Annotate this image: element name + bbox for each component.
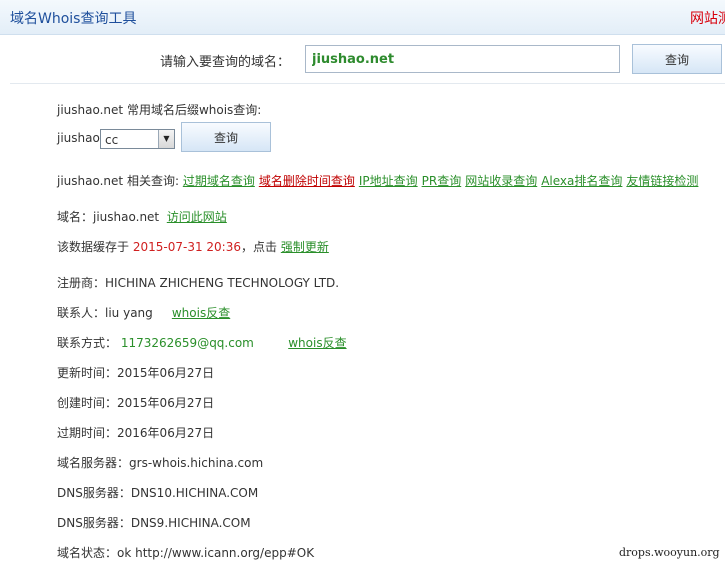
dns1-value: DNS10.HICHINA.COM (130, 486, 259, 500)
status-row: 域名状态：ok http://www.icann.org/epp#OK (57, 544, 314, 561)
dns1-row: DNS服务器：DNS10.HICHINA.COM (57, 484, 258, 501)
related-label: jiushao.net 相关查询: (57, 174, 179, 188)
updated-value: 2015年06月27日 (117, 366, 215, 380)
search-row: 请输入要查询的域名： 查询 (0, 44, 725, 74)
domain-value: jiushao.net (93, 210, 160, 224)
related-link-alexa[interactable]: Alexa排名查询 (541, 174, 622, 188)
dns2-row: DNS服务器：DNS9.HICHINA.COM (57, 514, 251, 531)
dns2-label: DNS服务器： (57, 516, 131, 530)
header-bar: 域名Whois查询工具 网站测 (0, 0, 725, 35)
contact-method-row: 联系方式： 1173262659@qq.com whois反查 (57, 334, 347, 351)
related-link-friend-links[interactable]: 友情链接检测 (626, 174, 698, 188)
suffix-heading: jiushao.net 常用域名后缀whois查询: (57, 103, 262, 117)
header-right-link[interactable]: 网站测 (690, 8, 725, 28)
contact-email: 1173262659@qq.com (120, 336, 254, 350)
divider (10, 83, 725, 84)
contact-row: 联系人：liu yang whois反查 (57, 304, 230, 321)
watermark: drops.wooyun.org (619, 546, 720, 559)
registrar-label: 注册商： (57, 276, 106, 290)
app-title: 域名Whois查询工具 (10, 11, 137, 27)
email-whois-link[interactable]: whois反查 (288, 336, 346, 350)
created-value: 2015年06月27日 (117, 396, 215, 410)
suffix-query-button[interactable]: 查询 (181, 122, 271, 152)
related-link-index[interactable]: 网站收录查询 (465, 174, 537, 188)
contact-value: liu yang (105, 306, 153, 320)
updated-row: 更新时间：2015年06月27日 (57, 364, 214, 381)
search-label: 请输入要查询的域名： (160, 55, 291, 70)
suffix-select[interactable]: cc ▼ (100, 129, 175, 149)
cache-date: 2015-07-31 20:36 (132, 240, 241, 254)
registrar-row: 注册商：HICHINA ZHICHENG TECHNOLOGY LTD. (57, 274, 339, 291)
whois-server-label: 域名服务器： (57, 456, 130, 470)
chevron-down-icon[interactable]: ▼ (158, 130, 174, 148)
status-label: 域名状态： (57, 546, 118, 560)
cache-click-text: ，点击 (240, 240, 277, 254)
dns1-label: DNS服务器： (57, 486, 131, 500)
related-link-pr[interactable]: PR查询 (422, 174, 462, 188)
contact-whois-link[interactable]: whois反查 (172, 306, 230, 320)
visit-site-link[interactable]: 访问此网站 (167, 210, 227, 224)
suffix-prefix: jiushao. (57, 131, 104, 145)
force-refresh-link[interactable]: 强制更新 (281, 240, 329, 254)
cache-row: 该数据缓存于 2015-07-31 20:36，点击 强制更新 (57, 238, 329, 255)
dns2-value: DNS9.HICHINA.COM (130, 516, 251, 530)
query-button[interactable]: 查询 (632, 44, 722, 74)
expires-value: 2016年06月27日 (117, 426, 215, 440)
whois-server-value: grs-whois.hichina.com (129, 456, 264, 470)
related-link-expired-domain[interactable]: 过期域名查询 (183, 174, 255, 188)
domain-input[interactable] (305, 45, 620, 73)
related-link-ip[interactable]: IP地址查询 (359, 174, 418, 188)
related-queries: jiushao.net 相关查询: 过期域名查询 域名删除时间查询 IP地址查询 PR… (57, 172, 698, 189)
expires-label: 过期时间： (57, 426, 118, 440)
created-row: 创建时间：2015年06月27日 (57, 394, 214, 411)
updated-label: 更新时间： (57, 366, 118, 380)
related-link-delete-time[interactable]: 域名删除时间查询 (259, 174, 355, 188)
domain-row: 域名：jiushao.net 访问此网站 (57, 208, 227, 225)
status-value: ok http://www.icann.org/epp#OK (117, 546, 315, 560)
whois-server-row: 域名服务器：grs-whois.hichina.com (57, 454, 263, 471)
created-label: 创建时间： (57, 396, 118, 410)
contact-label: 联系人： (57, 306, 106, 320)
expires-row: 过期时间：2016年06月27日 (57, 424, 214, 441)
contact-method-label: 联系方式： (57, 336, 118, 350)
domain-label: 域名： (57, 210, 94, 224)
suffix-select-value: cc (105, 133, 119, 147)
registrar-value: HICHINA ZHICHENG TECHNOLOGY LTD. (105, 276, 340, 290)
cache-text: 该数据缓存于 (57, 240, 130, 254)
